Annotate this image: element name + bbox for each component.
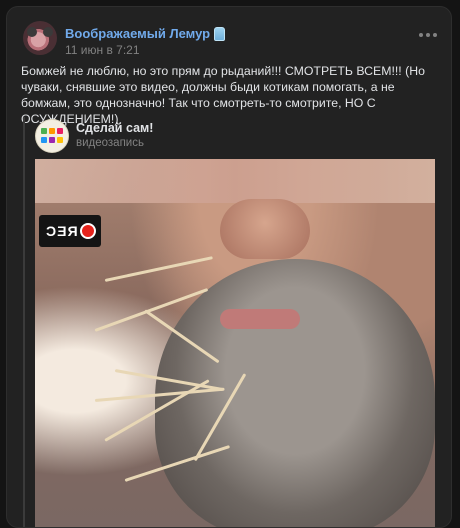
post-text: Бомжей не люблю, но это прям до рыданий!… bbox=[21, 64, 425, 126]
video-blur-top bbox=[35, 159, 435, 203]
repost-avatar[interactable] bbox=[35, 119, 69, 153]
more-horizontal-icon[interactable] bbox=[419, 31, 437, 39]
post-card: Воображаемый Лемур 11 июн в 7:21 Бомжей … bbox=[6, 6, 452, 528]
repost-subtitle: видеозапись bbox=[76, 137, 144, 149]
repost-divider bbox=[23, 117, 25, 527]
video-nose bbox=[220, 199, 310, 259]
author-name-text[interactable]: Воображаемый Лемур bbox=[65, 26, 210, 41]
video-lips bbox=[220, 309, 300, 329]
video-player[interactable]: REC bbox=[35, 159, 435, 527]
post-date[interactable]: 11 июн в 7:21 bbox=[65, 43, 140, 57]
record-dot-icon bbox=[80, 223, 96, 239]
author-avatar[interactable] bbox=[23, 21, 57, 55]
repost-title[interactable]: Сделай сам! bbox=[76, 121, 153, 135]
video-beard bbox=[155, 259, 435, 527]
author-name[interactable]: Воображаемый Лемур bbox=[65, 26, 226, 41]
jar-badge-icon bbox=[214, 26, 226, 41]
rec-label: REC bbox=[45, 223, 78, 239]
rec-overlay: REC bbox=[39, 215, 101, 247]
